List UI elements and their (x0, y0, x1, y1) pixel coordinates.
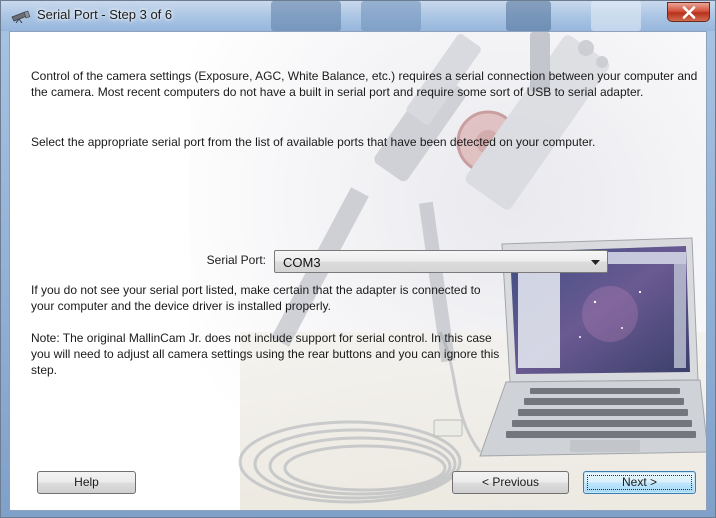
title-bar-decoration (591, 1, 641, 31)
help-button[interactable]: Help (37, 471, 136, 494)
title-bar-decoration (361, 1, 421, 31)
wizard-window: Serial Port - Step 3 of 6 Control of the… (0, 0, 716, 518)
title-bar-decoration (271, 1, 341, 31)
instruction-paragraph: Select the appropriate serial port from … (31, 135, 596, 149)
title-bar-decoration (506, 1, 551, 31)
wizard-content: Control of the camera settings (Exposure… (9, 31, 707, 511)
intro-paragraph: Control of the camera settings (Exposure… (31, 69, 698, 99)
troubleshoot-paragraph: If you do not see your serial port liste… (31, 283, 481, 313)
telescope-icon (11, 10, 31, 23)
close-icon (682, 6, 696, 19)
note-paragraph: Note: The original MallinCam Jr. does no… (31, 331, 500, 377)
window-title: Serial Port - Step 3 of 6 (37, 7, 173, 22)
next-button-label: Next > (621, 475, 657, 489)
close-button[interactable] (667, 2, 710, 22)
next-button[interactable]: Next > (583, 471, 696, 494)
serial-port-value: COM3 (283, 255, 321, 270)
serial-port-label: Serial Port: (206, 253, 266, 267)
chevron-down-icon[interactable] (591, 260, 600, 265)
previous-button[interactable]: < Previous (452, 471, 569, 494)
title-bar[interactable]: Serial Port - Step 3 of 6 (1, 1, 715, 31)
serial-port-dropdown[interactable]: COM3 (274, 250, 608, 273)
